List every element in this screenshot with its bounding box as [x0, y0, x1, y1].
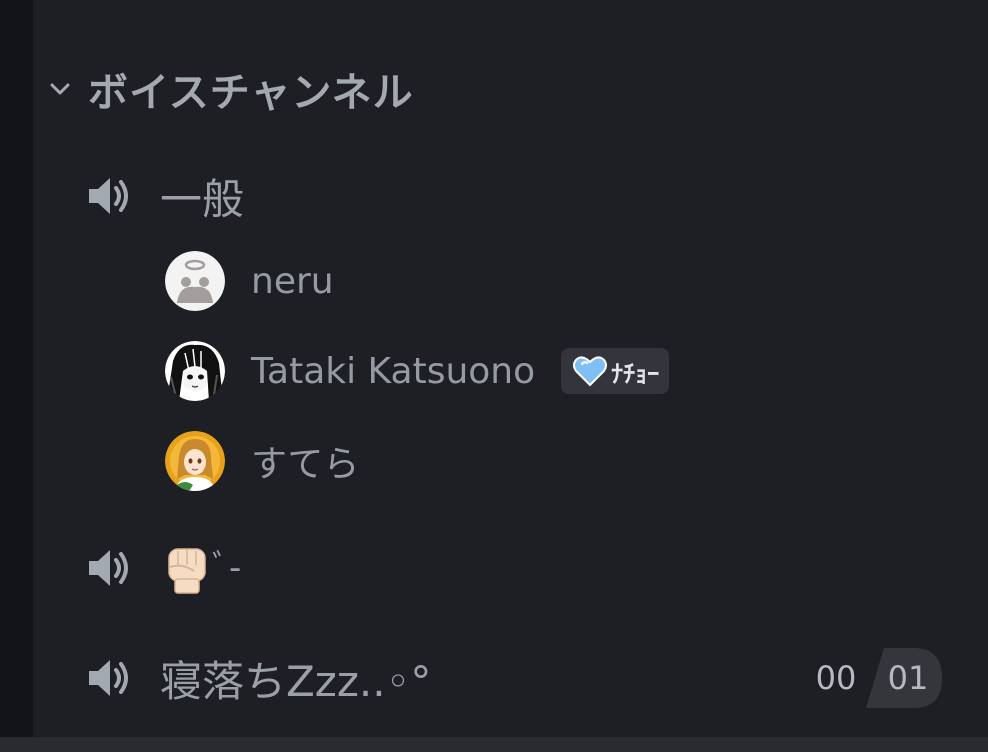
voice-channel-fist[interactable]: ﾞ-: [84, 538, 954, 598]
server-list-edge: [0, 0, 33, 752]
member-name: すてら: [251, 444, 360, 485]
voice-channel-general[interactable]: 一般: [84, 166, 954, 226]
member-name: neru: [251, 260, 334, 302]
user-limit-counter: 00 01: [806, 648, 942, 708]
user-limit-value: 01: [887, 659, 929, 697]
user-limit-badge: 01: [866, 648, 942, 708]
member-name: Tataki Katsuono: [251, 350, 536, 392]
anime-avatar-bw: [165, 341, 225, 401]
category-voice-channels[interactable]: ボイスチャンネル: [46, 62, 414, 116]
channel-name: 寝落ちZzz..◦°: [160, 656, 432, 706]
blue-heart-icon: [573, 355, 608, 387]
chevron-down-icon: [46, 75, 74, 103]
voice-member-neru[interactable]: neru: [165, 250, 334, 312]
tag-label: ﾅﾁｮｰ: [611, 359, 660, 388]
connected-user-count: 00: [815, 659, 857, 697]
speaker-icon: [84, 653, 134, 703]
channel-name: ﾞ-: [160, 541, 241, 596]
channel-name: 一般: [160, 174, 245, 224]
bottom-panel-edge: [0, 737, 988, 752]
anime-avatar-color: [165, 431, 225, 491]
speaker-icon: [84, 171, 134, 221]
category-label: ボイスチャンネル: [88, 70, 414, 116]
channel-name-suffix: ﾞ-: [212, 548, 242, 589]
raised-fist-emoji: [160, 541, 214, 595]
default-avatar: [165, 251, 225, 311]
voice-member-sutera[interactable]: すてら: [165, 430, 359, 492]
member-tag: ﾅﾁｮｰ: [561, 348, 670, 394]
speaker-icon: [84, 543, 134, 593]
voice-member-tataki-katsuono[interactable]: Tataki Katsuono ﾅﾁｮｰ: [165, 340, 670, 402]
